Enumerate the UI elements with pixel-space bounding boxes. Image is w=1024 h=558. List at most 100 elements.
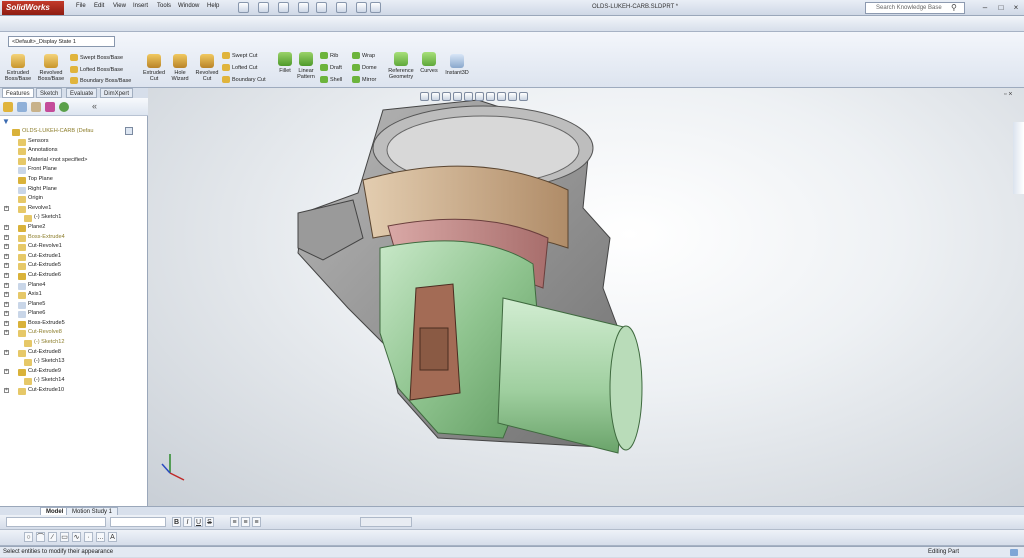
fillet-button[interactable]: Fillet <box>276 52 294 74</box>
tree-item[interactable]: Right Plane <box>0 185 100 195</box>
task-pane-tabs[interactable] <box>1013 122 1024 194</box>
display-style-icon[interactable] <box>475 92 484 101</box>
options-icon[interactable] <box>370 2 381 13</box>
tree-item[interactable]: + Axis1 <box>0 290 100 300</box>
undo-icon[interactable] <box>316 2 327 13</box>
mirror-button[interactable]: Mirror <box>352 76 376 84</box>
menu-tools[interactable]: Tools <box>157 3 171 9</box>
search-input[interactable]: Search Knowledge Base <box>865 2 965 14</box>
print-icon[interactable] <box>298 2 309 13</box>
dimxpert-manager-icon[interactable] <box>45 102 55 112</box>
strikethrough-icon[interactable]: S <box>205 517 214 527</box>
expand-icon[interactable]: + <box>4 263 9 269</box>
tree-item[interactable]: + Plane4 <box>0 281 100 291</box>
tree-item[interactable]: + Cut-Revolve1 <box>0 242 100 252</box>
help-icon[interactable] <box>1010 549 1018 556</box>
align-center-icon[interactable]: ≡ <box>241 517 250 527</box>
swept-cut-button[interactable]: Swept Cut <box>222 52 257 60</box>
rib-button[interactable]: Rib <box>320 52 338 60</box>
tree-item[interactable]: + Boss-Extrude5 <box>0 319 100 329</box>
tree-item[interactable]: + Plane5 <box>0 300 100 310</box>
boundary-boss-button[interactable]: Boundary Boss/Base <box>70 77 131 85</box>
expand-icon[interactable]: + <box>4 234 9 240</box>
expand-icon[interactable]: + <box>4 282 9 288</box>
expand-icon[interactable]: + <box>4 253 9 259</box>
rectangle-icon[interactable]: ▭ <box>60 532 69 542</box>
close-button[interactable]: × <box>1009 2 1023 14</box>
expand-icon[interactable]: + <box>4 349 9 355</box>
tree-item[interactable]: Annotations <box>0 146 100 156</box>
section-view-icon[interactable] <box>453 92 462 101</box>
align-right-icon[interactable]: ≡ <box>252 517 261 527</box>
menu-edit[interactable]: Edit <box>94 3 104 9</box>
extruded-boss-button[interactable]: Extruded Boss/Base <box>4 54 32 82</box>
tree-item[interactable]: Front Plane <box>0 165 100 175</box>
lofted-boss-button[interactable]: Lofted Boss/Base <box>70 66 123 74</box>
tab-features[interactable]: Features <box>2 88 34 98</box>
expand-icon[interactable]: + <box>4 292 9 298</box>
expand-icon[interactable]: + <box>4 311 9 317</box>
tree-item[interactable]: + Cut-Extrude10 <box>0 386 100 396</box>
swept-boss-button[interactable]: Swept Boss/Base <box>70 54 123 62</box>
tree-item[interactable]: + Cut-Extrude5 <box>0 261 100 271</box>
edit-appearance-icon[interactable] <box>497 92 506 101</box>
layer-dropdown[interactable] <box>360 517 412 527</box>
tree-item[interactable]: (-) Sketch1 <box>0 213 100 223</box>
part-model[interactable] <box>148 88 1024 506</box>
menu-help[interactable]: Help <box>207 3 219 9</box>
view-settings-icon[interactable] <box>519 92 528 101</box>
hole-wizard-button[interactable]: Hole Wizard <box>168 54 192 82</box>
solidworks-logo[interactable]: SolidWorks <box>2 1 64 15</box>
instant3d-button[interactable]: Instant3D <box>442 54 472 76</box>
tree-item[interactable]: + Cut-Extrude6 <box>0 271 100 281</box>
search-icon[interactable]: ⚲ <box>951 3 961 13</box>
menu-file[interactable]: File <box>76 3 86 9</box>
menu-window[interactable]: Window <box>178 3 199 9</box>
revolved-boss-button[interactable]: Revolved Boss/Base <box>36 54 66 82</box>
arc-icon[interactable]: ⌒ <box>36 532 45 542</box>
menu-view[interactable]: View <box>113 3 126 9</box>
centerline-icon[interactable]: … <box>96 532 105 542</box>
filter-icon[interactable]: ▼ <box>2 117 10 126</box>
wrap-button[interactable]: Wrap <box>352 52 375 60</box>
tree-item[interactable]: Origin <box>0 194 100 204</box>
feature-tree-icon[interactable] <box>3 102 13 112</box>
tree-item[interactable]: Material <not specified> <box>0 156 100 166</box>
dome-button[interactable]: Dome <box>352 64 377 72</box>
configuration-dropdown[interactable]: <Default>_Display State 1 <box>8 36 115 47</box>
tree-item[interactable]: + Cut-Extrude9 <box>0 367 100 377</box>
graphics-area[interactable] <box>148 88 1024 506</box>
font-size-dropdown[interactable] <box>110 517 166 527</box>
view-orientation-icon[interactable] <box>464 92 473 101</box>
open-icon[interactable] <box>258 2 269 13</box>
line-icon[interactable]: ∕ <box>48 532 57 542</box>
linear-pattern-button[interactable]: Linear Pattern <box>295 52 317 80</box>
outlet-pipe-end[interactable] <box>609 325 643 451</box>
draft-button[interactable]: Draft <box>320 64 342 72</box>
italic-icon[interactable]: I <box>183 517 192 527</box>
expand-icon[interactable]: + <box>4 330 9 336</box>
tree-item[interactable]: + Boss-Extrude4 <box>0 233 100 243</box>
tab-sketch[interactable]: Sketch <box>36 88 63 98</box>
tree-item[interactable]: + Revolve1 <box>0 204 100 214</box>
expand-icon[interactable]: + <box>4 368 9 374</box>
viewport-window-controls[interactable]: ▫ × <box>1004 91 1013 98</box>
menu-insert[interactable]: Insert <box>133 3 148 9</box>
apply-scene-icon[interactable] <box>508 92 517 101</box>
maximize-button[interactable]: □ <box>994 2 1008 14</box>
tree-item[interactable]: (-) Sketch13 <box>0 357 100 367</box>
tree-item[interactable]: + Cut-Revolve8 <box>0 328 100 338</box>
tree-item[interactable]: Sensors <box>0 137 100 147</box>
reference-geometry-button[interactable]: Reference Geometry <box>386 52 416 80</box>
zoom-to-area-icon[interactable] <box>431 92 440 101</box>
tree-item[interactable]: (-) Sketch12 <box>0 338 100 348</box>
display-manager-icon[interactable] <box>59 102 69 112</box>
spline-icon[interactable]: ∿ <box>72 532 81 542</box>
point-icon[interactable]: · <box>84 532 93 542</box>
tab-evaluate[interactable]: Evaluate <box>66 88 98 98</box>
tree-item[interactable]: + Plane2 <box>0 223 100 233</box>
expand-icon[interactable]: + <box>4 301 9 307</box>
font-dropdown[interactable] <box>6 517 106 527</box>
tree-item[interactable]: + Plane6 <box>0 309 100 319</box>
collapse-panel-icon[interactable]: « <box>92 101 97 111</box>
